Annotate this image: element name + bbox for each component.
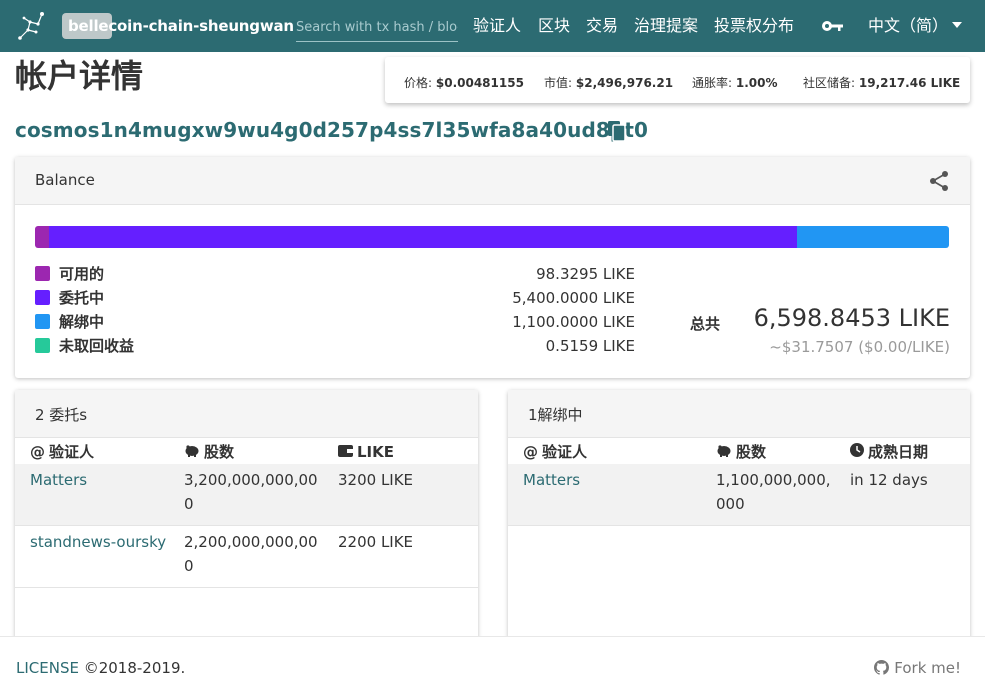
license-text: LICENSE ©2018-2019.	[16, 659, 185, 677]
shares-value-wrap: 000	[716, 495, 745, 513]
table-row: Matters 1,100,000,000, 000 in 12 days	[508, 464, 970, 526]
legend-value-delegated: 5,400.0000 LIKE	[512, 289, 635, 307]
delegations-title: 2 委托s	[35, 406, 88, 424]
unbonding-table-header: @ 验证人 股数 成熟日期	[508, 438, 970, 464]
page-title: 帐户详情	[15, 57, 144, 95]
share-icon[interactable]	[928, 170, 950, 192]
market-stats-box: 价格: $0.00481155 市值: $2,496,976.21 通胀率: 1…	[385, 57, 970, 103]
key-icon[interactable]	[820, 16, 844, 36]
shares-value: 3,200,000,000,00	[184, 471, 318, 489]
nav-transactions[interactable]: 交易	[586, 14, 618, 38]
balance-bar-segment-delegated	[48, 226, 797, 248]
balance-bar-segment-available	[35, 226, 49, 248]
legend-swatch-available	[35, 266, 50, 281]
top-navbar: bellecoin-chain-sheungwan 验证人 区块 交易 治理提案…	[0, 0, 985, 52]
github-icon	[874, 660, 890, 675]
delegations-card-header: 2 委托s	[15, 390, 478, 438]
legend-swatch-rewards	[35, 338, 50, 353]
mature-date-value: in 12 days	[850, 471, 928, 489]
balance-bar-segment-unbonding	[796, 226, 949, 248]
stat-inflation: 通胀率: 1.00%	[692, 76, 778, 90]
shares-value: 1,100,000,000,	[716, 471, 831, 489]
nav-voting-power[interactable]: 投票权分布	[714, 14, 794, 38]
shares-value-wrap: 0	[184, 495, 194, 513]
col-shares: 股数	[184, 442, 234, 462]
legend-swatch-delegated	[35, 290, 50, 305]
fork-link[interactable]: Fork me!	[874, 659, 961, 677]
footer: LICENSE ©2018-2019. Fork me!	[0, 636, 985, 698]
balance-title: Balance	[35, 171, 95, 189]
shares-value-wrap: 0	[184, 557, 194, 575]
legend-value-available: 98.3295 LIKE	[536, 265, 635, 283]
like-value: 2200 LIKE	[338, 533, 414, 551]
col-like: LIKE	[338, 442, 394, 462]
copy-icon[interactable]	[607, 120, 627, 142]
at-icon: @	[523, 443, 538, 461]
legend-label-rewards: 未取回收益	[59, 337, 135, 355]
stat-community-pool: 社区储备: 19,217.46 LIKE	[803, 76, 961, 90]
col-validator: @ 验证人	[30, 443, 95, 461]
license-link[interactable]: LICENSE	[16, 659, 79, 677]
copyright-text: ©2018-2019.	[78, 659, 186, 677]
constellation-logo-icon[interactable]	[16, 8, 52, 44]
col-mature-date: 成熟日期	[850, 442, 928, 462]
at-icon: @	[30, 443, 45, 461]
delegations-table-header: @ 验证人 股数 LIKE	[15, 438, 478, 464]
account-address[interactable]: cosmos1n4mugxw9wu4g0d257p4ss7l35wfa8a40u…	[15, 116, 648, 144]
piggy-bank-icon	[717, 445, 731, 457]
col-validator: @ 验证人	[523, 443, 588, 461]
legend-value-rewards: 0.5159 LIKE	[545, 337, 635, 355]
piggy-bank-icon	[185, 445, 199, 457]
brand-name[interactable]: bellecoin-chain-sheungwan	[68, 14, 294, 38]
unbonding-card-header: 1解绑中	[508, 390, 970, 438]
total-fiat-value: ~$31.7507 ($0.00/LIKE)	[769, 338, 950, 356]
validator-link[interactable]: Matters	[523, 468, 580, 492]
clock-icon	[850, 443, 864, 457]
unbonding-card: 1解绑中 @ 验证人 股数 成熟日期 Matters 1,100,000,000,…	[508, 390, 970, 650]
delegations-card: 2 委托s @ 验证人 股数 LIKE Matters 3,200,000,000…	[15, 390, 478, 650]
stat-market-cap: 市值: $2,496,976.21	[544, 76, 674, 90]
table-row: Matters 3,200,000,000,00 0 3200 LIKE	[15, 464, 478, 526]
validator-link[interactable]: standnews-oursky	[30, 530, 166, 554]
unbonding-title: 1解绑中	[528, 406, 583, 424]
stat-price: 价格: $0.00481155	[404, 76, 524, 90]
legend-label-available: 可用的	[59, 265, 105, 283]
language-selector[interactable]: 中文（简）	[868, 14, 948, 38]
legend-label-delegated: 委托中	[59, 289, 105, 307]
legend-value-unbonding: 1,100.0000 LIKE	[512, 313, 635, 331]
col-shares: 股数	[716, 442, 766, 462]
search-input[interactable]	[296, 14, 458, 42]
legend-label-unbonding: 解绑中	[59, 313, 105, 331]
balance-card: Balance 可用的 98.3295 LIKE 委托中 5,400.0000 …	[15, 157, 970, 378]
nav-blocks[interactable]: 区块	[538, 14, 570, 38]
balance-card-header: Balance	[15, 157, 970, 205]
table-row: standnews-oursky 2,200,000,000,00 0 2200…	[15, 526, 478, 588]
nav-validators[interactable]: 验证人	[473, 14, 521, 38]
chevron-down-icon[interactable]	[952, 22, 962, 28]
legend-swatch-unbonding	[35, 314, 50, 329]
validator-link[interactable]: Matters	[30, 468, 87, 492]
wallet-icon	[338, 445, 353, 457]
total-value: 6,598.8453 LIKE	[753, 304, 950, 332]
like-value: 3200 LIKE	[338, 471, 414, 489]
total-label: 总共	[690, 315, 721, 333]
shares-value: 2,200,000,000,00	[184, 533, 318, 551]
nav-proposals[interactable]: 治理提案	[634, 14, 698, 38]
balance-distribution-bar	[35, 226, 949, 248]
